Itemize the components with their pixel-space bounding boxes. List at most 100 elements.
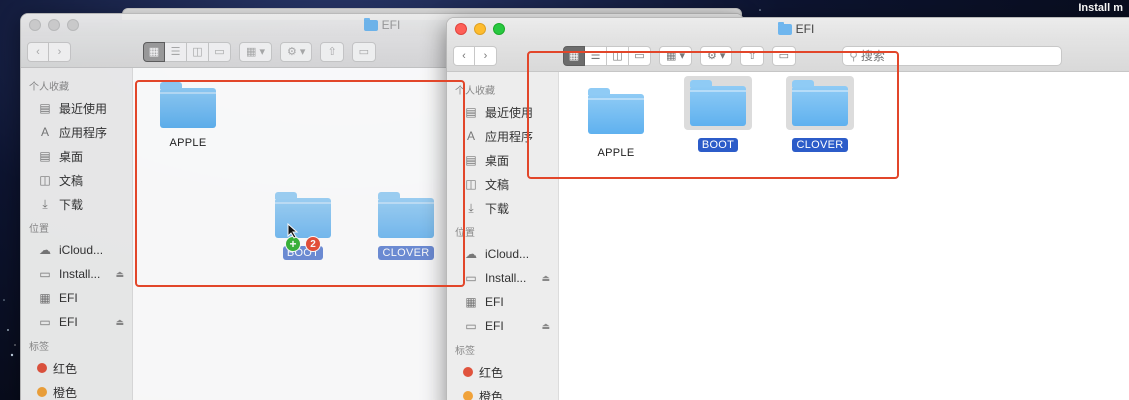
- desktop-icon: ▤: [465, 153, 477, 167]
- search-field[interactable]: ⚲: [842, 45, 1063, 66]
- eject-icon[interactable]: ⏏: [541, 273, 550, 284]
- gear-icon: ⚙ ▾: [286, 46, 306, 58]
- sidebar-item-applications[interactable]: A 应用程序: [447, 124, 558, 148]
- file-area[interactable]: APPLE BOOT CLOVER: [559, 72, 1129, 400]
- tag-button[interactable]: ▭: [771, 45, 797, 66]
- sidebar-item-label: EFI: [485, 319, 504, 333]
- list-view-button[interactable]: ☰: [585, 45, 607, 66]
- minimize-button[interactable]: [48, 19, 60, 31]
- icon-view-button[interactable]: ▦: [143, 41, 165, 62]
- drag-count-badge: 2: [305, 236, 321, 252]
- folder-label: CLOVER: [792, 138, 848, 152]
- column-view-button[interactable]: ◫: [607, 45, 629, 66]
- zoom-button[interactable]: [493, 23, 505, 35]
- sidebar-item-recents[interactable]: ▤ 最近使用: [21, 96, 132, 120]
- action-button[interactable]: ⚙ ▾: [279, 41, 313, 62]
- sidebar-item-tag-red[interactable]: 红色: [447, 360, 558, 384]
- share-button[interactable]: ⇧: [740, 45, 764, 66]
- grid-icon: ▦: [148, 46, 160, 58]
- sidebar-item-label: 应用程序: [485, 129, 534, 144]
- sidebar-item-install[interactable]: ▭ Install... ⏏: [447, 266, 558, 290]
- sidebar-item-label: Install...: [485, 271, 527, 285]
- sidebar-item-icloud[interactable]: ☁ iCloud...: [21, 238, 132, 262]
- close-button[interactable]: [29, 19, 41, 31]
- window-title: EFI: [777, 21, 814, 36]
- sidebar-item-tag-orange[interactable]: 橙色: [21, 380, 132, 400]
- disk-icon: ▦: [39, 291, 51, 305]
- forward-button[interactable]: ›: [475, 45, 497, 66]
- red-tag-icon: [37, 363, 47, 373]
- disk-icon: ▭: [465, 319, 477, 333]
- traffic-lights: [455, 23, 505, 35]
- action-button[interactable]: ⚙ ▾: [699, 45, 733, 66]
- columns-icon: ◫: [612, 50, 623, 62]
- folder-selection-tile: [684, 76, 752, 130]
- sidebar-item-documents[interactable]: ◫ 文稿: [21, 168, 132, 192]
- tag-icon: ▭: [358, 46, 370, 58]
- list-view-button[interactable]: ☰: [165, 41, 187, 62]
- folder-apple[interactable]: APPLE: [571, 84, 661, 160]
- back-button[interactable]: ‹: [27, 41, 49, 62]
- back-button[interactable]: ‹: [453, 45, 475, 66]
- sidebar-item-install[interactable]: ▭ Install... ⏏: [21, 262, 132, 286]
- column-view-button[interactable]: ◫: [187, 41, 209, 62]
- sidebar-section-tags: 标签: [455, 346, 475, 357]
- forward-button[interactable]: ›: [49, 41, 71, 62]
- sidebar-item-label: 橙色: [53, 385, 78, 400]
- folder-boot-dragging[interactable]: BOOT: [258, 192, 348, 260]
- tag-button[interactable]: ▭: [351, 41, 377, 62]
- folder-label: BOOT: [697, 138, 739, 152]
- share-button[interactable]: ⇧: [320, 41, 344, 62]
- gallery-view-button[interactable]: ▭: [209, 41, 231, 62]
- sidebar-item-label: EFI: [59, 315, 78, 329]
- eject-icon[interactable]: ⏏: [115, 317, 124, 328]
- nav-group: ‹ ›: [453, 45, 497, 66]
- chevron-left-icon: ‹: [462, 49, 466, 62]
- minimize-button[interactable]: [474, 23, 486, 35]
- sidebar-item-downloads[interactable]: ⤓ 下载: [21, 192, 132, 216]
- gallery-icon: ▭: [634, 50, 645, 62]
- sidebar-item-tag-orange[interactable]: 橙色: [447, 384, 558, 400]
- folder-clover[interactable]: CLOVER: [775, 76, 865, 152]
- gallery-view-button[interactable]: ▭: [629, 45, 651, 66]
- sidebar-item-recents[interactable]: ▤ 最近使用: [447, 100, 558, 124]
- group-icon: ▦ ▾: [666, 50, 685, 62]
- folder-boot[interactable]: BOOT: [673, 76, 763, 152]
- group-button[interactable]: ▦ ▾: [239, 41, 272, 62]
- sidebar-item-efi[interactable]: ▦ EFI: [447, 290, 558, 314]
- close-button[interactable]: [455, 23, 467, 35]
- zoom-button[interactable]: [67, 19, 79, 31]
- view-mode-group: ▦ ☰ ◫ ▭: [563, 45, 651, 66]
- eject-icon[interactable]: ⏏: [115, 269, 124, 280]
- sidebar-item-desktop[interactable]: ▤ 桌面: [447, 148, 558, 172]
- sidebar-item-efi-2[interactable]: ▭ EFI ⏏: [447, 314, 558, 338]
- folder-icon: [588, 88, 644, 134]
- sidebar-item-label: 最近使用: [59, 101, 108, 116]
- menubar-text: Install m: [1078, 2, 1123, 14]
- sidebar-item-efi-2[interactable]: ▭ EFI ⏏: [21, 310, 132, 334]
- group-button[interactable]: ▦ ▾: [659, 45, 692, 66]
- sidebar-item-efi[interactable]: ▦ EFI: [21, 286, 132, 310]
- sidebar-item-label: iCloud...: [59, 243, 104, 257]
- clock-icon: ▤: [465, 105, 477, 119]
- finder-window-front[interactable]: EFI ‹ › ▦ ☰ ◫ ▭ ▦ ▾ ⚙ ▾ ⇧ ▭ ⚲ 个人收藏 ▤ 最近使用…: [446, 17, 1129, 400]
- folder-apple[interactable]: APPLE: [143, 82, 233, 150]
- folder-clover-dragging[interactable]: CLOVER: [361, 192, 451, 260]
- toolbar: ‹ › ▦ ☰ ◫ ▭ ▦ ▾ ⚙ ▾ ⇧ ▭ ⚲: [447, 40, 1129, 72]
- sidebar-item-downloads[interactable]: ⤓ 下载: [447, 196, 558, 220]
- sidebar-item-documents[interactable]: ◫ 文稿: [447, 172, 558, 196]
- sidebar-item-icloud[interactable]: ☁ iCloud...: [447, 242, 558, 266]
- icon-view-button[interactable]: ▦: [563, 45, 585, 66]
- sidebar-item-applications[interactable]: A 应用程序: [21, 120, 132, 144]
- sidebar-item-label: EFI: [59, 291, 78, 305]
- orange-tag-icon: [463, 391, 473, 400]
- sidebar-item-label: 最近使用: [485, 105, 534, 120]
- eject-icon[interactable]: ⏏: [541, 321, 550, 332]
- share-icon: ⇧: [327, 46, 337, 58]
- grid-icon: ▦: [568, 50, 580, 62]
- sidebar-item-desktop[interactable]: ▤ 桌面: [21, 144, 132, 168]
- titlebar[interactable]: EFI: [447, 18, 1129, 40]
- sidebar-item-tag-red[interactable]: 红色: [21, 356, 132, 380]
- sidebar-item-label: Install...: [59, 267, 101, 281]
- search-input[interactable]: [860, 48, 1041, 63]
